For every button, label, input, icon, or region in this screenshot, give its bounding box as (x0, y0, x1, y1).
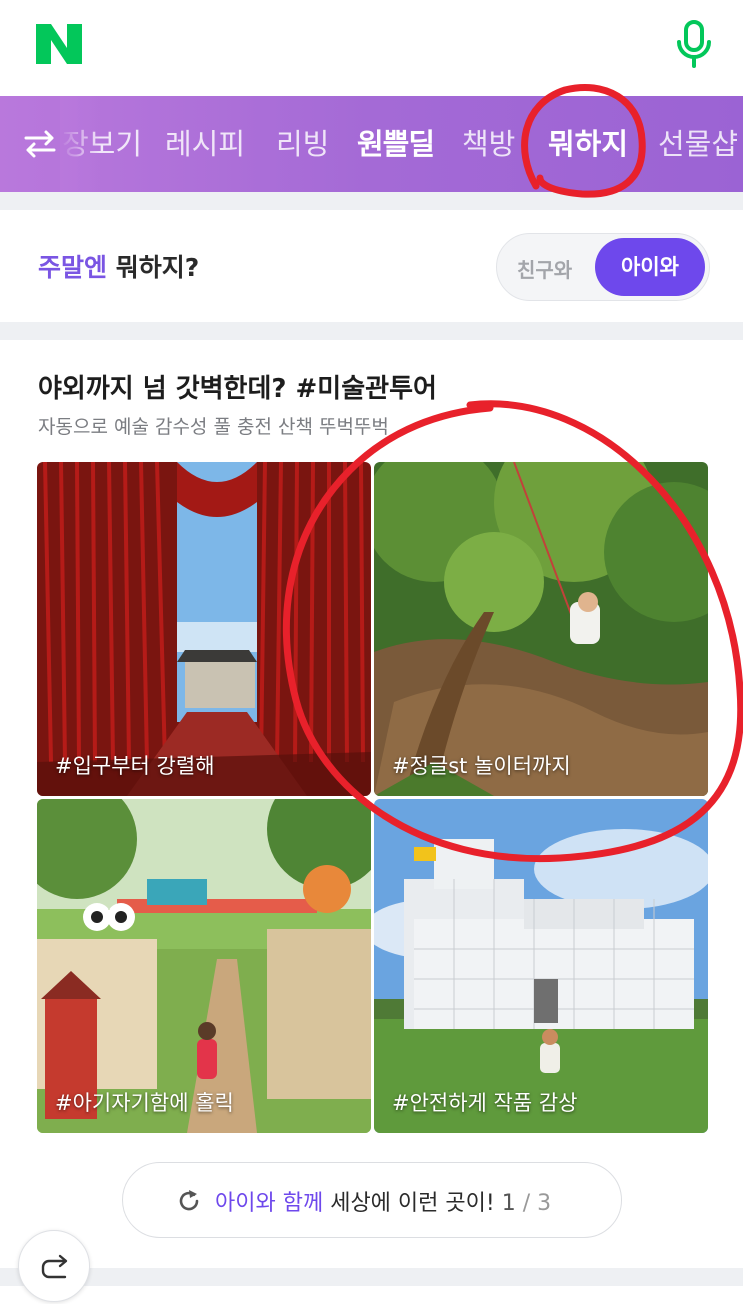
refresh-highlight: 아이와 함께 (215, 1191, 324, 1216)
top-header (0, 0, 743, 96)
companion-toggle: 친구와 아이와 (496, 233, 710, 301)
tab-gift-shop[interactable]: 선물샵 (658, 120, 738, 168)
section-subtitle: 자동으로 예술 감수성 풀 충전 산책 뚜벅뚜벅 (38, 416, 389, 438)
swap-arrows-icon[interactable] (22, 126, 58, 162)
art-tour-section: 야외까지 넘 갓벽한데? #미술관투어 자동으로 예술 감수성 풀 충전 산책 … (0, 340, 743, 1270)
page-total: 3 (537, 1191, 552, 1216)
tab-fade (60, 96, 100, 192)
colorful-garden-path-image (37, 799, 371, 1133)
weekend-title-rest: 뭐하지? (115, 253, 200, 282)
card-label: #안전하게 작품 감상 (392, 1091, 578, 1115)
section-divider (0, 192, 743, 210)
refresh-text: 아이와 함께 세상에 이런 곳이! 1 / 3 (215, 1185, 551, 1217)
segment-with-friends[interactable]: 친구와 (517, 254, 572, 283)
refresh-recommendation-button[interactable]: 아이와 함께 세상에 이런 곳이! 1 / 3 (122, 1162, 622, 1238)
white-pavilion-image (374, 799, 708, 1133)
section-divider (0, 322, 743, 340)
category-tab-bar: 장보기 레시피 리빙 원쁠딜 책방 뭐하지 선물샵 (0, 96, 743, 192)
weekend-section: 주말엔 뭐하지? 친구와 아이와 (0, 210, 743, 322)
microphone-icon[interactable] (672, 18, 716, 70)
card-label: #입구부터 강렬해 (55, 754, 215, 778)
photo-card-entrance[interactable]: #입구부터 강렬해 (37, 462, 371, 796)
tab-bookstore[interactable]: 책방 (462, 120, 515, 168)
card-label: #아기자기함에 홀릭 (55, 1091, 234, 1115)
photo-card-white-building[interactable]: #안전하게 작품 감상 (374, 799, 708, 1133)
card-label: #정글st 놀이터까지 (392, 754, 571, 778)
photo-card-cute-garden[interactable]: #아기자기함에 홀릭 (37, 799, 371, 1133)
refresh-label: 세상에 이런 곳이! (330, 1191, 495, 1216)
share-arrow-icon (41, 1254, 68, 1279)
section-title: 야외까지 넘 갓벽한데? #미술관투어 (38, 374, 437, 404)
tab-recipe[interactable]: 레시피 (165, 120, 245, 168)
page-current: 1 (501, 1191, 516, 1216)
segment-with-kids[interactable]: 아이와 (595, 238, 705, 296)
photo-card-jungle-playground[interactable]: #정글st 놀이터까지 (374, 462, 708, 796)
jungle-swing-image (374, 462, 708, 796)
naver-logo-icon[interactable] (36, 24, 82, 64)
section-divider (0, 1268, 743, 1286)
weekend-title: 주말엔 뭐하지? (38, 248, 199, 284)
refresh-icon (179, 1190, 199, 1211)
tab-what-to-do[interactable]: 뭐하지 (548, 120, 628, 168)
tab-living[interactable]: 리빙 (276, 120, 329, 168)
page-separator: / (522, 1191, 531, 1216)
tab-one-plus-deal[interactable]: 원쁠딜 (357, 120, 435, 168)
weekend-title-highlight: 주말엔 (38, 253, 108, 282)
red-bamboo-gate-image (37, 462, 371, 796)
share-floating-button[interactable] (18, 1230, 90, 1302)
